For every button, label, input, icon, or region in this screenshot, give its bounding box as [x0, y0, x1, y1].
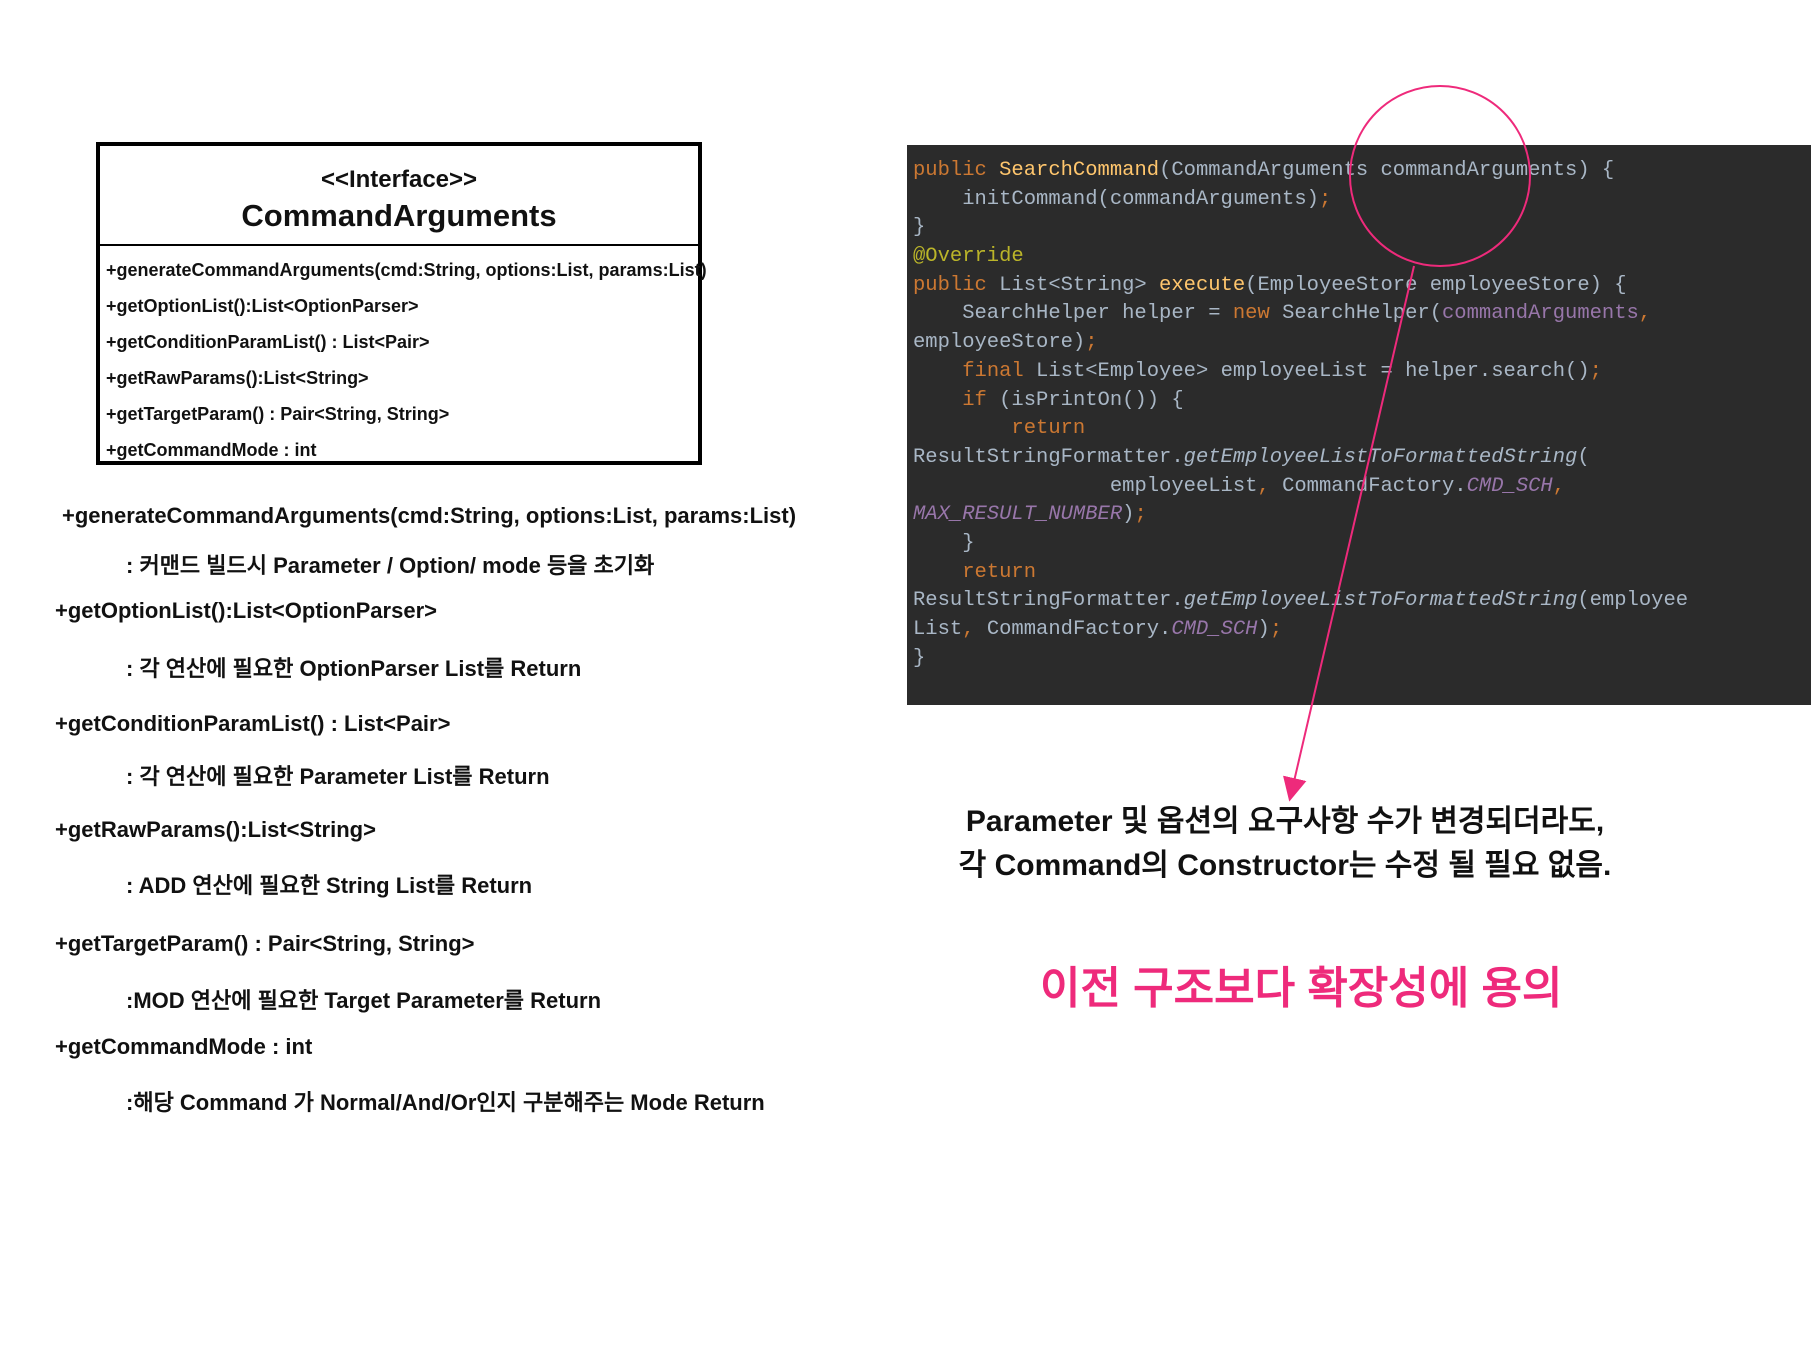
code-line: employeeList, CommandFactory.CMD_SCH,	[1109, 474, 1566, 498]
uml-stereotype: <<Interface>>	[320, 166, 478, 193]
highlight-text: 이전 구조보다 확장성에 용의	[1040, 964, 1563, 1013]
code-snippet: public SearchCommand(CommandArguments co…	[907, 145, 1811, 705]
uml-header: <<Interface>> CommandArguments	[100, 146, 698, 246]
desc-signature: +getOptionList():List<OptionParser>	[55, 598, 437, 623]
code-line: if (isPrintOn()) {	[962, 388, 1184, 412]
desc-note: :MOD 연산에 필요한 Target Parameter를 Return	[126, 988, 602, 1013]
code-line: ResultStringFormatter.getEmployeeListToF…	[913, 445, 1590, 469]
code-line: SearchHelper helper = new SearchHelper(c…	[913, 302, 1652, 326]
desc-note: : ADD 연산에 필요한 String List를 Return	[126, 873, 533, 898]
uml-method: +getCommandMode : int	[106, 440, 317, 460]
conclusion-line: Parameter 및 옵션의 요구사항 수가 변경되더라도,	[965, 805, 1605, 838]
code-line: }	[913, 646, 926, 670]
uml-interface-box: <<Interface>> CommandArguments +generate…	[96, 142, 707, 468]
desc-signature: +getCommandMode : int	[55, 1034, 313, 1059]
code-line: MAX_RESULT_NUMBER);	[913, 503, 1147, 527]
uml-method: +getRawParams():List<String>	[106, 368, 369, 388]
desc-note: : 커맨드 빌드시 Parameter / Option/ mode 등을 초기…	[126, 553, 655, 578]
code-line: }	[913, 216, 926, 240]
code-line: ResultStringFormatter.getEmployeeListToF…	[913, 589, 1689, 613]
code-line: }	[913, 531, 975, 555]
desc-signature: +getTargetParam() : Pair<String, String>	[55, 931, 475, 956]
code-line: initCommand(commandArguments);	[913, 187, 1332, 211]
code-line: return	[962, 560, 1037, 584]
desc-signature: +getRawParams():List<String>	[55, 817, 376, 842]
code-line: final List<Employee> employeeList = help…	[962, 359, 1602, 383]
conclusion-line: 각 Command의 Constructor는 수정 될 필요 없음.	[958, 849, 1612, 882]
desc-signature: +generateCommandArguments(cmd:String, op…	[62, 503, 797, 528]
uml-method: +getConditionParamList() : List<Pair>	[106, 332, 430, 352]
code-line: public List<String> execute(EmployeeStor…	[913, 273, 1627, 297]
code-line: employeeStore);	[913, 331, 1098, 355]
code-line: public SearchCommand(CommandArguments co…	[913, 159, 1615, 182]
code-line: List, CommandFactory.CMD_SCH);	[913, 618, 1283, 641]
desc-note: : 각 연산에 필요한 Parameter List를 Return	[126, 764, 550, 789]
code-line: @Override	[913, 245, 1024, 269]
uml-method: +generateCommandArguments(cmd:String, op…	[106, 260, 707, 280]
desc-note: :해당 Command 가 Normal/And/Or인지 구분해주는 Mode…	[126, 1090, 765, 1115]
desc-signature: +getConditionParamList() : List<Pair>	[55, 711, 451, 736]
uml-method: +getOptionList():List<OptionParser>	[106, 296, 419, 316]
uml-method: +getTargetParam() : Pair<String, String>	[106, 404, 450, 424]
desc-note: : 각 연산에 필요한 OptionParser List를 Return	[126, 656, 582, 681]
uml-class-name: CommandArguments	[241, 198, 557, 233]
conclusion-text: Parameter 및 옵션의 요구사항 수가 변경되더라도, 각 Comman…	[955, 800, 1615, 888]
code-line: return	[1011, 417, 1086, 441]
uml-method-list: +generateCommandArguments(cmd:String, op…	[100, 246, 707, 468]
